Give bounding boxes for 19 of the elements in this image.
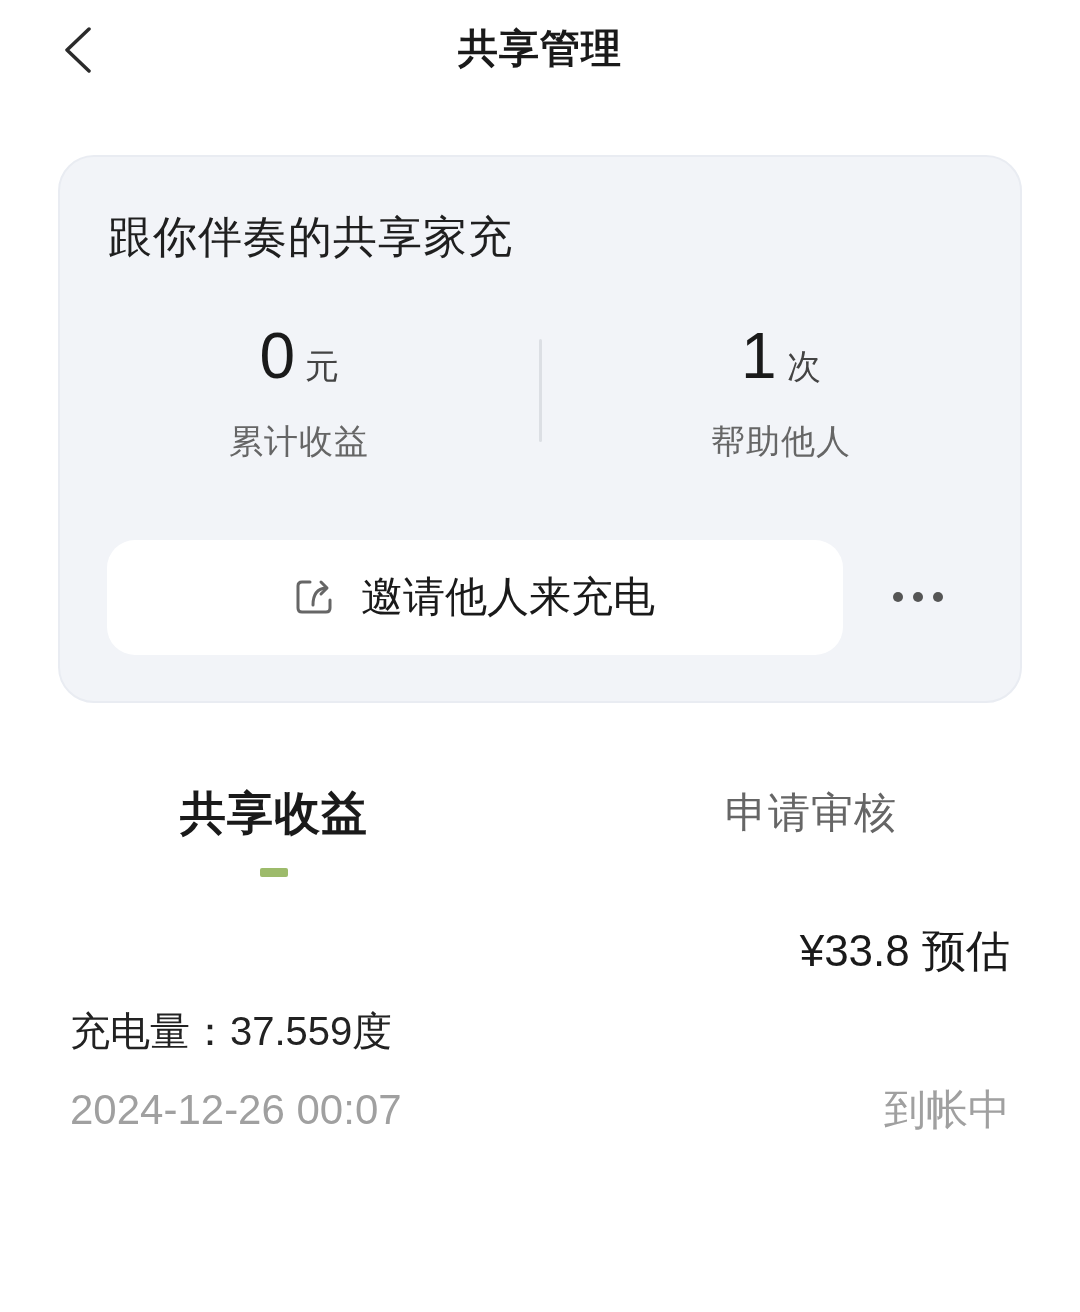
tab-indicator — [259, 867, 288, 877]
stat-label: 累计收益 — [229, 423, 370, 458]
invite-button[interactable]: 邀请他人来充电 — [107, 539, 843, 655]
page-title: 共享管理 — [458, 28, 622, 68]
record-amount: ¥33.8 预估 — [799, 928, 1010, 973]
tab[interactable]: 共享收益 — [179, 789, 368, 836]
record-time: 2024-12-26 00:07 — [70, 1088, 402, 1131]
stat-value: 0 — [259, 323, 296, 388]
stat-label: 帮助他人 — [710, 423, 851, 458]
share-icon — [295, 578, 333, 617]
stat-value: 1 — [740, 323, 777, 388]
tab[interactable]: 申请审核 — [724, 791, 897, 834]
back-chevron-icon — [64, 27, 92, 73]
stat-unit: 次 — [786, 348, 821, 383]
stat-unit: 元 — [305, 348, 340, 383]
card-title: 跟你伴奏的共享家充 — [107, 211, 514, 263]
more-icon — [893, 592, 943, 603]
record-status: 到帐中 — [884, 1088, 1010, 1131]
record-energy: 充电量：37.559度 — [70, 1010, 394, 1051]
